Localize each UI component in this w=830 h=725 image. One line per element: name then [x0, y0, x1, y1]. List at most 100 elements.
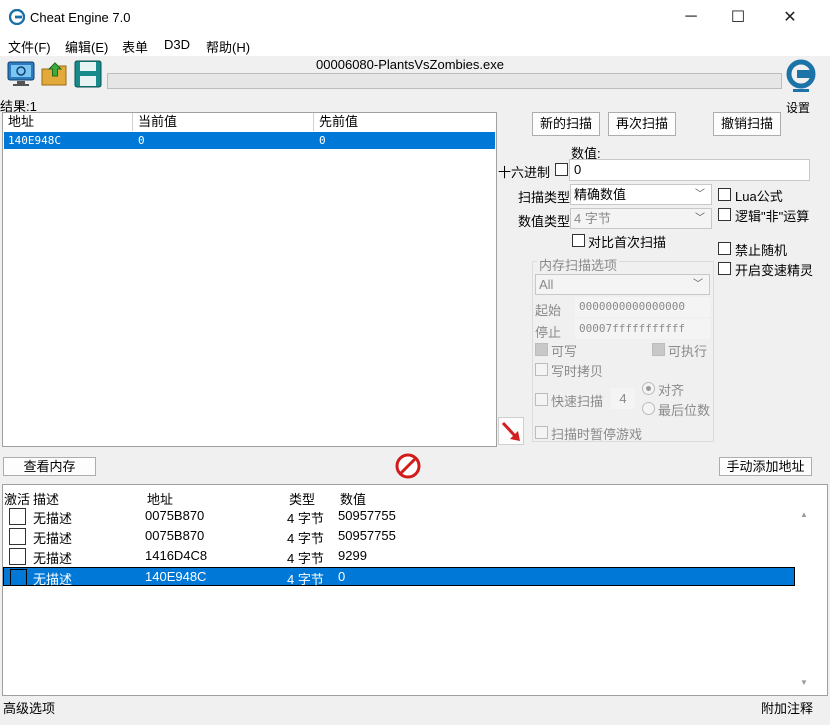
open-process-icon[interactable] [6, 60, 36, 88]
column-header-type[interactable]: 类型 [289, 489, 315, 508]
row-description: 无描述 [33, 511, 73, 526]
executable-checkbox[interactable] [652, 343, 665, 356]
menu-table[interactable]: 表单 [122, 37, 148, 56]
menu-file[interactable]: 文件(F) [8, 37, 51, 56]
add-address-manually-button[interactable]: 手动添加地址 [719, 457, 812, 476]
row-address: 140E948C [145, 569, 207, 584]
close-button[interactable]: ✕ [767, 0, 813, 34]
table-comments-label[interactable]: 附加注释 [761, 698, 813, 717]
add-to-list-arrow-icon[interactable] [498, 417, 524, 445]
activate-checkbox[interactable] [9, 508, 26, 525]
window-title: Cheat Engine 7.0 [30, 10, 131, 25]
logic-not-label: 逻辑"非"运算 [735, 209, 810, 224]
scan-type-select[interactable]: 精确数值 ﹀ [570, 184, 712, 205]
lua-formula-checkbox[interactable] [718, 188, 731, 201]
row-value: 9299 [338, 548, 367, 563]
stop-address-input[interactable]: 00007fffffffffff [575, 319, 710, 339]
row-address: 0075B870 [145, 528, 205, 543]
scan-progress-bar [107, 73, 782, 89]
memory-options-title: 内存扫描选项 [537, 255, 620, 274]
column-header-address[interactable]: 地址 [147, 489, 173, 508]
process-title: 00006080-PlantsVsZombies.exe [316, 57, 504, 72]
speedhack-label: 开启变速精灵 [735, 263, 814, 278]
row-description: 无描述 [33, 572, 73, 587]
no-random-checkbox[interactable] [718, 242, 731, 255]
executable-label: 可执行 [668, 344, 708, 359]
speedhack-checkbox[interactable] [718, 262, 731, 275]
next-scan-button[interactable]: 再次扫描 [608, 112, 676, 136]
address-list-scrollbar[interactable]: ▲ ▼ [796, 506, 812, 694]
logic-not-checkbox[interactable] [718, 208, 731, 221]
value-type-value: 4 字节 [574, 211, 611, 226]
fast-scan-checkbox[interactable] [535, 393, 548, 406]
column-header-current[interactable]: 当前值 [133, 113, 314, 131]
writable-label: 可写 [551, 344, 578, 359]
scan-type-label: 扫描类型 [518, 190, 571, 205]
column-header-active[interactable]: 激活 [4, 489, 30, 508]
alignment-radio[interactable] [642, 382, 655, 395]
last-digits-radio[interactable] [642, 402, 655, 415]
region-select[interactable]: All ﹀ [535, 274, 710, 295]
stop-icon[interactable] [394, 452, 422, 480]
row-address: 0075B870 [145, 508, 205, 523]
column-header-description[interactable]: 描述 [33, 489, 59, 508]
start-address-input[interactable]: 0000000000000000 [575, 297, 710, 317]
menu-edit[interactable]: 编辑(E) [65, 37, 108, 56]
row-value: 50957755 [338, 508, 396, 523]
address-row[interactable]: 无描述 0075B870 4 字节 50957755 [3, 507, 795, 526]
value-type-label: 数值类型 [518, 214, 571, 229]
activate-checkbox[interactable] [9, 528, 26, 545]
value-input[interactable]: 0 [569, 159, 810, 181]
found-address: 140E948C [8, 134, 61, 147]
compare-first-checkbox[interactable] [572, 234, 585, 247]
hex-checkbox[interactable] [555, 163, 568, 176]
value-type-select[interactable]: 4 字节 ﹀ [570, 208, 712, 229]
cheat-engine-app-icon [8, 8, 26, 26]
copy-on-write-checkbox[interactable] [535, 363, 548, 376]
address-row[interactable]: 无描述 0075B870 4 字节 50957755 [3, 527, 795, 546]
no-random-label: 禁止随机 [735, 243, 788, 258]
row-type: 4 字节 [287, 511, 324, 526]
status-bar [0, 696, 830, 725]
open-file-icon[interactable] [40, 60, 70, 88]
cheat-engine-logo-icon[interactable] [785, 56, 817, 96]
chevron-down-icon: ﹀ [695, 213, 705, 224]
advanced-options-label[interactable]: 高级选项 [3, 698, 55, 717]
view-memory-button[interactable]: 查看内存 [3, 457, 96, 476]
hex-label: 十六进制 [498, 165, 551, 180]
scan-type-value: 精确数值 [574, 187, 627, 202]
menu-d3d[interactable]: D3D [164, 37, 190, 52]
activate-checkbox[interactable] [10, 569, 27, 586]
column-header-address[interactable]: 地址 [3, 113, 133, 131]
activate-checkbox[interactable] [9, 548, 26, 565]
found-row[interactable]: 140E948C 0 0 [4, 132, 495, 149]
row-description: 无描述 [33, 531, 73, 546]
scroll-down-icon[interactable]: ▼ [800, 678, 808, 687]
menu-help[interactable]: 帮助(H) [206, 37, 250, 56]
maximize-button[interactable]: ☐ [715, 0, 761, 34]
address-row[interactable]: 无描述 1416D4C8 4 字节 9299 [3, 547, 795, 566]
pause-game-checkbox[interactable] [535, 426, 548, 439]
pause-game-label: 扫描时暂停游戏 [551, 427, 643, 442]
lua-formula-label: Lua公式 [735, 189, 783, 204]
last-digits-label: 最后位数 [658, 403, 711, 418]
column-header-previous[interactable]: 先前值 [314, 113, 496, 131]
row-value: 0 [338, 569, 346, 584]
save-icon[interactable] [73, 60, 103, 88]
chevron-down-icon: ﹀ [693, 279, 703, 290]
found-address-list[interactable]: 地址 当前值 先前值 140E948C 0 0 [2, 112, 497, 447]
column-header-value[interactable]: 数值 [340, 489, 366, 508]
writable-checkbox[interactable] [535, 343, 548, 356]
chevron-down-icon: ﹀ [695, 189, 705, 200]
address-row-selected[interactable]: 无描述 140E948C 4 字节 0 [3, 567, 795, 587]
found-current: 0 [138, 134, 145, 147]
scroll-up-icon[interactable]: ▲ [800, 510, 808, 519]
undo-scan-button[interactable]: 撤销扫描 [713, 112, 781, 136]
minimize-button[interactable]: ─ [668, 0, 714, 34]
row-type: 4 字节 [287, 531, 324, 546]
new-scan-button[interactable]: 新的扫描 [532, 112, 600, 136]
stop-label: 停止 [535, 325, 562, 340]
settings-label[interactable]: 设置 [786, 99, 810, 116]
fast-scan-value-input[interactable]: 4 [611, 388, 635, 409]
start-label: 起始 [535, 303, 562, 318]
